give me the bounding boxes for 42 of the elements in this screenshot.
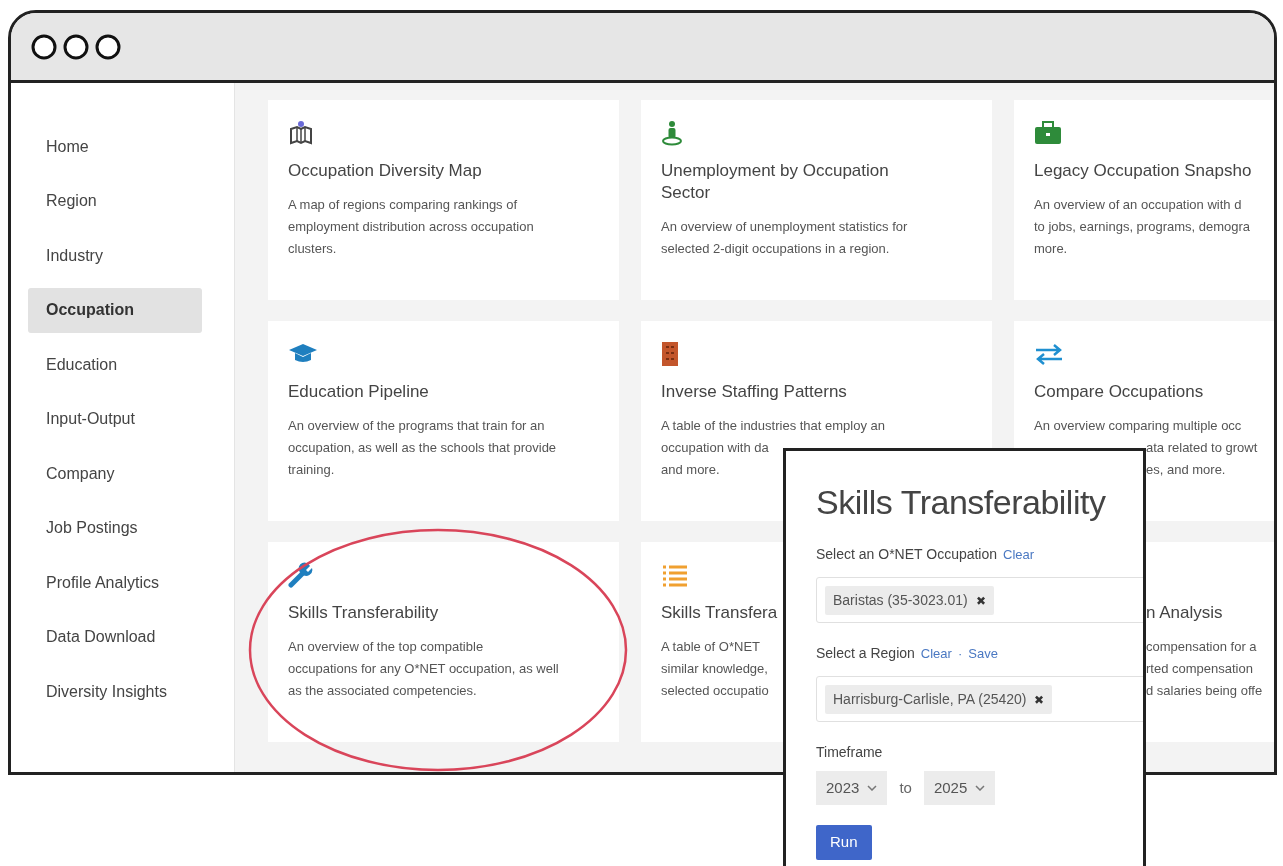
tag-label: Harrisburg-Carlisle, PA (25420) <box>833 690 1027 707</box>
card-description-line: rted compensation <box>1146 660 1253 679</box>
card-description-line: ata related to growt <box>1146 439 1258 458</box>
card-description-line: An overview of an occupation with d <box>1034 196 1242 215</box>
card-description-line: and more. <box>661 461 720 480</box>
card-description-line: A table of the industries that employ an <box>661 417 886 436</box>
card-description-line: selected 2-digit occupations in a region. <box>661 240 890 259</box>
card-title: Skills Transfera <box>661 602 778 624</box>
card-description-line: similar knowledge, <box>661 660 768 679</box>
card-description-line: An overview comparing multiple occ <box>1034 417 1242 436</box>
card-description-line: A table of O*NET <box>661 638 760 657</box>
card-title: Education Pipeline <box>288 381 429 403</box>
card-description-line: A map of regions comparing rankings of <box>288 196 518 215</box>
card-description-line: employment distribution across occupation <box>288 218 534 237</box>
card-description-line: training. <box>288 461 335 480</box>
card-description-line: An overview of the programs that train for an <box>288 417 545 436</box>
card-title: Legacy Occupation Snapsho <box>1034 160 1252 182</box>
card-title: n Analysis <box>1146 602 1223 624</box>
card-title: Occupation Diversity Map <box>288 160 482 182</box>
card-description-line: An overview of the top compatible <box>288 638 484 657</box>
field-label: Select a Region <box>816 644 915 663</box>
card-title: Skills Transferability <box>288 602 439 624</box>
card-description-line: clusters. <box>288 240 337 259</box>
field-label: Select an O*NET Occupation <box>816 545 998 564</box>
card-title: Compare Occupations <box>1034 381 1204 403</box>
card-description-line: selected occupatio <box>661 682 769 701</box>
tag-label: Baristas (35-3023.01) <box>833 591 968 608</box>
card-description-line: to jobs, earnings, programs, demogra <box>1034 218 1251 237</box>
card-title: Unemployment by Occupation Sector <box>661 160 890 205</box>
card-description-line: d salaries being offe <box>1146 682 1263 701</box>
card-description-line: more. <box>1034 240 1068 259</box>
card-description-line: occupation, as well as the schools that provide <box>288 439 557 458</box>
card-description-line: occupation with da <box>661 439 769 458</box>
card-description-line: occupations for any O*NET occupation, as well <box>288 660 559 679</box>
card-description-line: as the associated competencies. <box>288 682 477 701</box>
card-description-line: es, and more. <box>1146 461 1226 480</box>
field-label: Timeframe <box>816 743 884 762</box>
card-title: Inverse Staffing Patterns <box>661 381 847 403</box>
range-separator: to <box>899 777 912 798</box>
separator-dot: · <box>957 645 963 663</box>
card-description-line: compensation for a <box>1146 638 1257 657</box>
card-description-line: An overview of unemployment statistics for <box>661 218 908 237</box>
